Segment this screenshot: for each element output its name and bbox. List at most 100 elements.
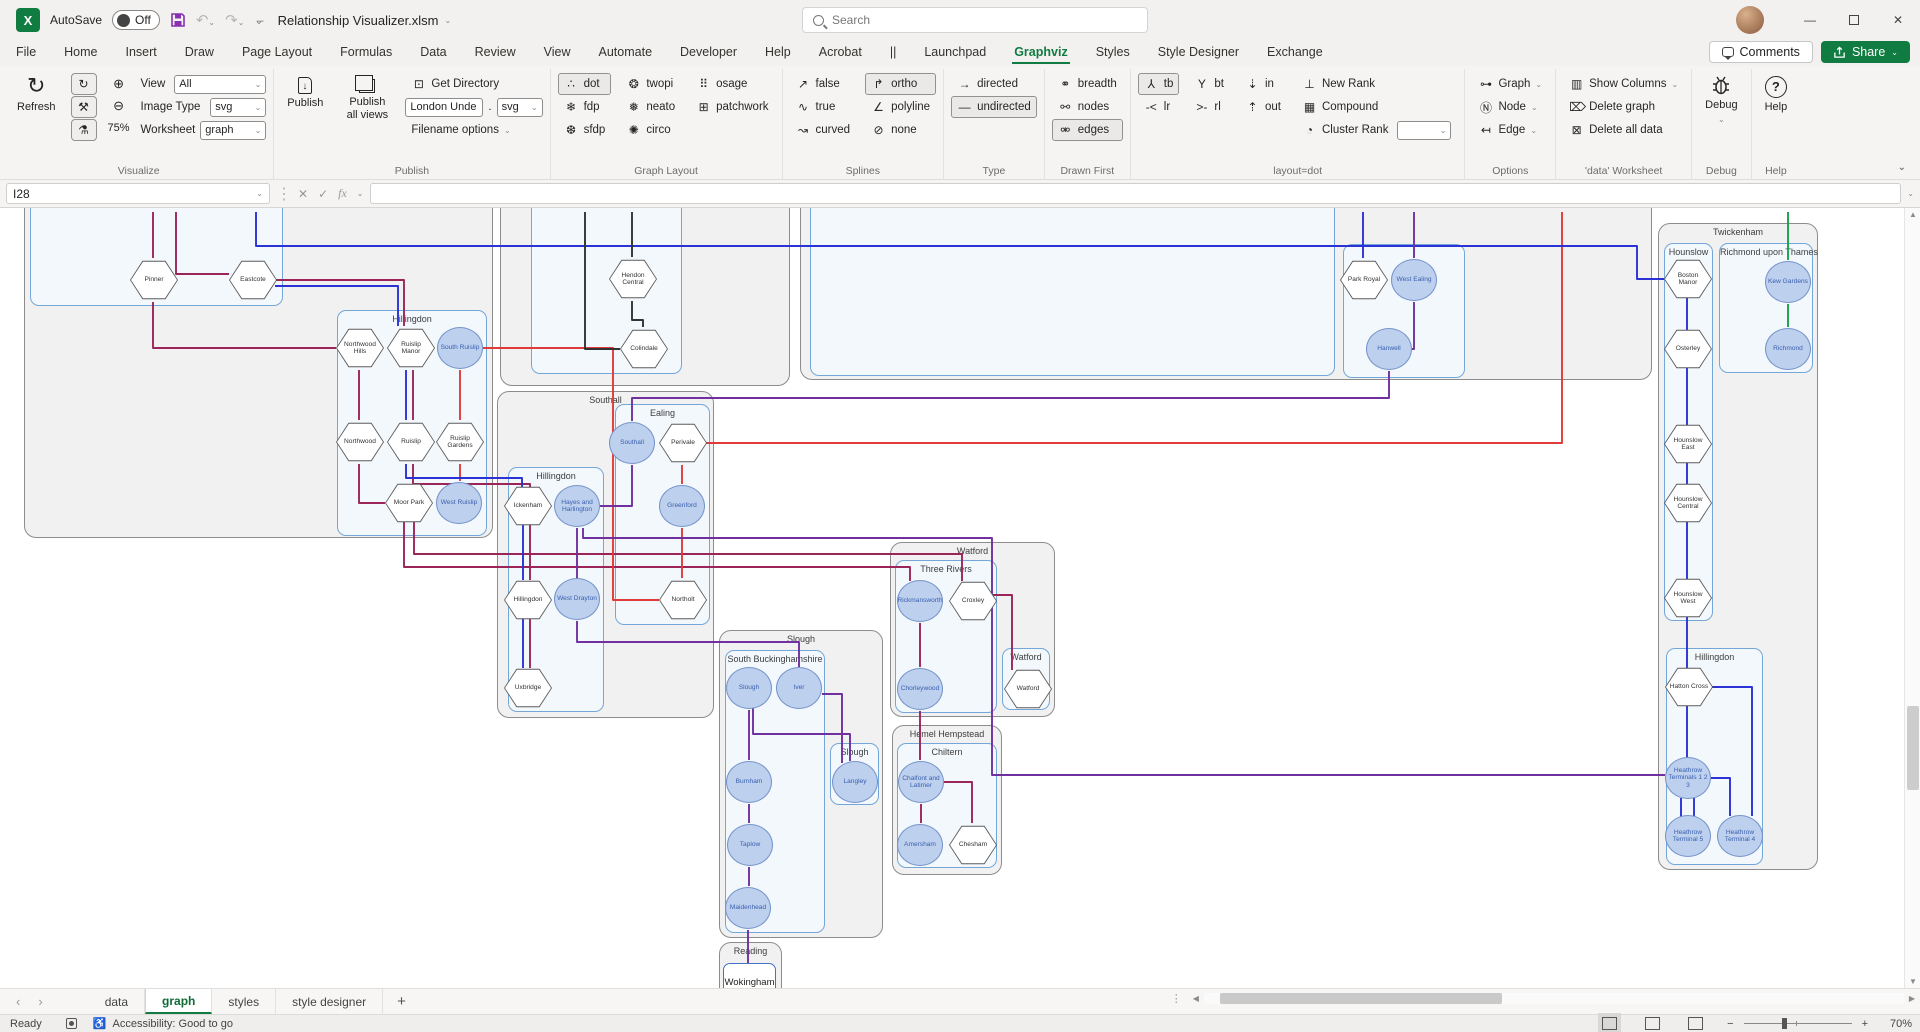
next-sheet-button[interactable]: ›	[38, 994, 42, 1009]
minimize-button[interactable]: —	[1788, 0, 1832, 40]
menu-tab-formulas[interactable]: Formulas	[338, 42, 394, 64]
scroll-right-icon[interactable]: ▶	[1904, 994, 1920, 1003]
page-break-view-button[interactable]	[1688, 1017, 1703, 1030]
add-sheet-button[interactable]: +	[383, 989, 420, 1014]
menu-tab-exchange[interactable]: Exchange	[1265, 42, 1325, 64]
normal-view-button[interactable]	[1602, 1017, 1617, 1030]
menu-tab-developer[interactable]: Developer	[678, 42, 739, 64]
menu-tab-styles[interactable]: Styles	[1094, 42, 1132, 64]
drawn-first-nodes-button[interactable]: ⚯nodes	[1052, 96, 1123, 118]
engine-patchwork-button[interactable]: ⊞patchwork	[690, 96, 774, 118]
vertical-scrollbar[interactable]: ▲ ▼	[1904, 208, 1920, 988]
rank-out-button[interactable]: ⇡out	[1239, 96, 1287, 118]
menu-tab-view[interactable]: View	[542, 42, 573, 64]
menu-tab-acrobat[interactable]: Acrobat	[817, 42, 864, 64]
show-columns-button[interactable]: ▥Show Columns⌄	[1563, 73, 1684, 95]
publish-all-views-button[interactable]: Publish all views	[338, 71, 396, 124]
sheet-tab-styles[interactable]: styles	[212, 989, 276, 1014]
zoom-slider[interactable]	[1744, 1023, 1852, 1024]
autosave-toggle[interactable]: Off	[112, 10, 160, 30]
splines-true-button[interactable]: ∿true	[790, 96, 857, 118]
vertical-scroll-thumb[interactable]	[1907, 706, 1919, 790]
enter-formula-button[interactable]: ✓	[318, 187, 328, 201]
rankdir-bt-button[interactable]: Ybt	[1188, 73, 1230, 95]
redo-button[interactable]: ↷⌄	[225, 11, 244, 29]
help-button[interactable]: ? Help	[1759, 71, 1794, 117]
engine-circo-button[interactable]: ✺circo	[620, 119, 681, 141]
drawn-first-edges-button[interactable]: ⚮edges	[1052, 119, 1123, 141]
scrollbar-grip[interactable]: ⋮	[1171, 992, 1182, 1005]
status-zoom-level[interactable]: 70%	[1878, 1018, 1912, 1030]
menu-tab-review[interactable]: Review	[473, 42, 518, 64]
expand-formula-bar-button[interactable]: ⌄	[1907, 189, 1914, 198]
splines-curved-button[interactable]: ↝curved	[790, 119, 857, 141]
horizontal-scrollbar[interactable]	[1204, 993, 1904, 1004]
formula-input[interactable]	[370, 183, 1902, 204]
menu-tab-insert[interactable]: Insert	[124, 42, 159, 64]
image-type-dropdown[interactable]: svg⌄	[210, 98, 266, 117]
menu-tab-home[interactable]: Home	[62, 42, 99, 64]
menu-tab-data[interactable]: Data	[418, 42, 448, 64]
zoom-in-button[interactable]: ⊕	[106, 73, 132, 95]
rankdir-tb-button[interactable]: ⅄tb	[1138, 73, 1180, 95]
zoom-in-slider-button[interactable]: +	[1862, 1018, 1868, 1030]
avatar[interactable]	[1736, 6, 1764, 34]
horizontal-scroll-thumb[interactable]	[1220, 993, 1502, 1004]
quick-access-menu[interactable]: ⌄̶	[254, 14, 263, 27]
engine-dot-button[interactable]: ∴dot	[558, 73, 612, 95]
engine-neato-button[interactable]: ❅neato	[620, 96, 681, 118]
scroll-up-icon[interactable]: ▲	[1905, 210, 1920, 219]
rankdir-lr-button[interactable]: -<lr	[1138, 96, 1180, 118]
rankdir-rl-button[interactable]: >-rl	[1188, 96, 1230, 118]
worksheet-dropdown[interactable]: graph⌄	[200, 121, 266, 140]
document-title[interactable]: Relationship Visualizer.xlsm⌄	[278, 13, 452, 28]
zoom-out-button[interactable]: ⊖	[106, 95, 132, 117]
restore-button[interactable]	[1832, 0, 1876, 40]
cluster-rank-button[interactable]: ◔Cluster Rank⌄	[1296, 119, 1457, 141]
menu-tab-help[interactable]: Help	[763, 42, 793, 64]
undo-button[interactable]: ↶⌄	[196, 11, 215, 29]
new-rank-button[interactable]: ⊥New Rank	[1296, 73, 1457, 95]
engine-fdp-button[interactable]: ❄fdp	[558, 96, 612, 118]
drawn-first-breadth-button[interactable]: ⚭breadth	[1052, 73, 1123, 95]
macro-record-icon[interactable]	[66, 1018, 77, 1029]
name-box[interactable]: I28⌄	[6, 183, 270, 204]
page-layout-view-button[interactable]	[1645, 1017, 1660, 1030]
splines-ortho-button[interactable]: ↱ortho	[865, 73, 936, 95]
attributes-edge-button[interactable]: ↤Edge⌄	[1472, 119, 1548, 141]
menu-tab--[interactable]: ||	[888, 42, 899, 64]
type-directed-button[interactable]: →directed	[951, 73, 1037, 95]
auto-refresh-toggle[interactable]: ↻	[71, 73, 97, 95]
paint-styles-toggle[interactable]: ⚒	[71, 96, 97, 118]
menu-tab-draw[interactable]: Draw	[183, 42, 216, 64]
cancel-formula-button[interactable]: ✕	[298, 187, 308, 201]
filter-flask-toggle[interactable]: ⚗	[71, 119, 97, 141]
delete-graph-button[interactable]: ⌦Delete graph	[1563, 96, 1684, 118]
rank-in-button[interactable]: ⇣in	[1239, 73, 1287, 95]
view-dropdown[interactable]: All⌄	[174, 75, 266, 94]
engine-twopi-button[interactable]: ❂twopi	[620, 73, 681, 95]
accessibility-status[interactable]: Accessibility: Good to go	[113, 1018, 233, 1030]
splines-false-button[interactable]: ↗false	[790, 73, 857, 95]
zoom-slider-thumb[interactable]	[1782, 1018, 1787, 1029]
attributes-graph-button[interactable]: ⊶Graph⌄	[1472, 73, 1548, 95]
debug-button[interactable]: Debug ⌄	[1699, 71, 1743, 127]
comments-button[interactable]: Comments	[1709, 41, 1813, 63]
delete-all-data-button[interactable]: ⊠Delete all data	[1563, 119, 1684, 141]
menu-tab-automate[interactable]: Automate	[597, 42, 655, 64]
get-directory-button[interactable]: ⊡ Get Directory	[405, 73, 542, 95]
sheet-tab-data[interactable]: data	[89, 989, 145, 1014]
type-undirected-button[interactable]: —undirected	[951, 96, 1037, 118]
sheet-tab-graph[interactable]: graph	[145, 989, 212, 1014]
collapse-ribbon-button[interactable]: ⌄	[1898, 162, 1906, 173]
publish-button[interactable]: Publish	[281, 71, 329, 113]
scroll-down-icon[interactable]: ▼	[1905, 977, 1920, 986]
scroll-left-icon[interactable]: ◀	[1188, 994, 1204, 1003]
compound-button[interactable]: ▦Compound	[1296, 96, 1457, 118]
splines-polyline-button[interactable]: ∠polyline	[865, 96, 936, 118]
graph-canvas[interactable]: SouthallWatfordSloughHemel HempsteadRead…	[0, 208, 1920, 988]
save-icon[interactable]	[170, 12, 186, 28]
search-input[interactable]: Search	[802, 7, 1148, 33]
extension-dropdown[interactable]: svg⌄	[497, 98, 543, 117]
attributes-node-button[interactable]: ⓃNode⌄	[1472, 96, 1548, 118]
